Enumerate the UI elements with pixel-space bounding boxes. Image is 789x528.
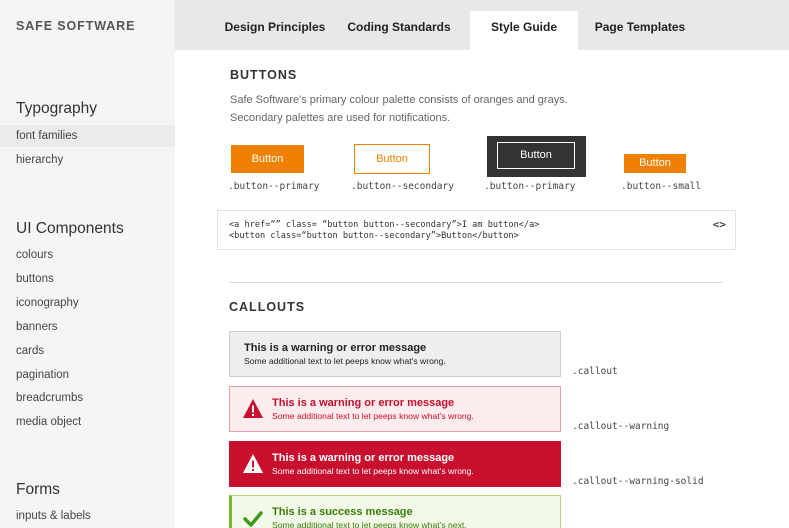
section-divider (229, 282, 723, 283)
tab-style-guide[interactable]: Style Guide (470, 11, 578, 50)
primary-dark-button-sample[interactable]: Button (487, 136, 586, 177)
sidebar-item-font-families[interactable]: font families (0, 125, 175, 147)
tab-coding-standards[interactable]: Coding Standards (343, 11, 455, 50)
callout-title: This is a warning or error message (272, 397, 455, 409)
tab-design-principles[interactable]: Design Principles (215, 11, 335, 50)
code-line-1: <a href=“” class= “button button--second… (229, 220, 540, 230)
callout-title: This is a success message (272, 506, 413, 518)
sidebar-heading-ui-components: UI Components (16, 220, 124, 237)
primary-dark-button-label: Button (497, 142, 575, 169)
button-caption-primary-dark: .button--primary (484, 181, 576, 192)
warning-icon (243, 454, 263, 473)
callout-caption-default: .callout (572, 366, 618, 377)
small-button-sample[interactable]: Button (624, 154, 686, 173)
callout-text: Some additional text to let peeps know w… (272, 411, 474, 421)
button-caption-primary: .button--primary (228, 181, 320, 192)
buttons-description-line-2: Secondary palettes are used for notifica… (230, 112, 451, 124)
callout-text: Some additional text to let peeps know w… (244, 356, 446, 366)
button-caption-small: .button--small (621, 181, 702, 192)
callout-default: This is a warning or error message Some … (229, 331, 561, 377)
callout-caption-warning: .callout--warning (572, 421, 670, 432)
sidebar-item-colours[interactable]: colours (0, 244, 175, 266)
buttons-section-title: BUTTONS (230, 68, 298, 82)
callout-warning-solid: This is a warning or error message Some … (229, 441, 561, 487)
code-toggle-icon[interactable]: <> (713, 218, 726, 231)
button-caption-secondary: .button--secondary (351, 181, 454, 192)
sidebar: SAFE SOFTWARE Typography font families h… (0, 0, 175, 528)
sidebar-heading-forms: Forms (16, 481, 60, 498)
sidebar-item-inputs-labels[interactable]: inputs & labels (0, 505, 175, 527)
callout-caption-warning-solid: .callout--warning-solid (572, 476, 704, 487)
sidebar-item-media-object[interactable]: media object (0, 411, 175, 433)
sidebar-item-iconography[interactable]: iconography (0, 292, 175, 314)
sidebar-item-hierarchy[interactable]: hierarchy (0, 149, 175, 171)
callout-title: This is a warning or error message (272, 452, 455, 464)
callout-title: This is a warning or error message (244, 342, 427, 354)
callout-success: This is a success message Some additiona… (229, 495, 561, 528)
primary-button-sample[interactable]: Button (231, 145, 304, 173)
sidebar-item-breadcrumbs[interactable]: breadcrumbs (0, 387, 175, 409)
code-line-2: <button class=“button button--secondary”… (229, 231, 519, 241)
sidebar-item-cards[interactable]: cards (0, 340, 175, 362)
code-snippet[interactable]: <a href=“” class= “button button--second… (217, 210, 736, 250)
sidebar-heading-typography: Typography (16, 100, 97, 117)
warning-icon (243, 399, 263, 418)
tab-page-templates[interactable]: Page Templates (585, 11, 695, 50)
callouts-section-title: CALLOUTS (229, 300, 306, 314)
sidebar-item-banners[interactable]: banners (0, 316, 175, 338)
brand-logo[interactable]: SAFE SOFTWARE (16, 19, 135, 33)
sidebar-item-pagination[interactable]: pagination (0, 364, 175, 386)
callout-warning: This is a warning or error message Some … (229, 386, 561, 432)
callout-text: Some additional text to let peeps know w… (272, 466, 474, 476)
top-navigation: Design Principles Coding Standards Style… (175, 0, 789, 50)
buttons-description-line-1: Safe Software's primary colour palette c… (230, 94, 568, 106)
checkmark-icon (243, 511, 263, 527)
sidebar-item-buttons[interactable]: buttons (0, 268, 175, 290)
callout-text: Some additional text to let peeps know w… (272, 520, 467, 528)
secondary-button-sample[interactable]: Button (354, 144, 430, 174)
